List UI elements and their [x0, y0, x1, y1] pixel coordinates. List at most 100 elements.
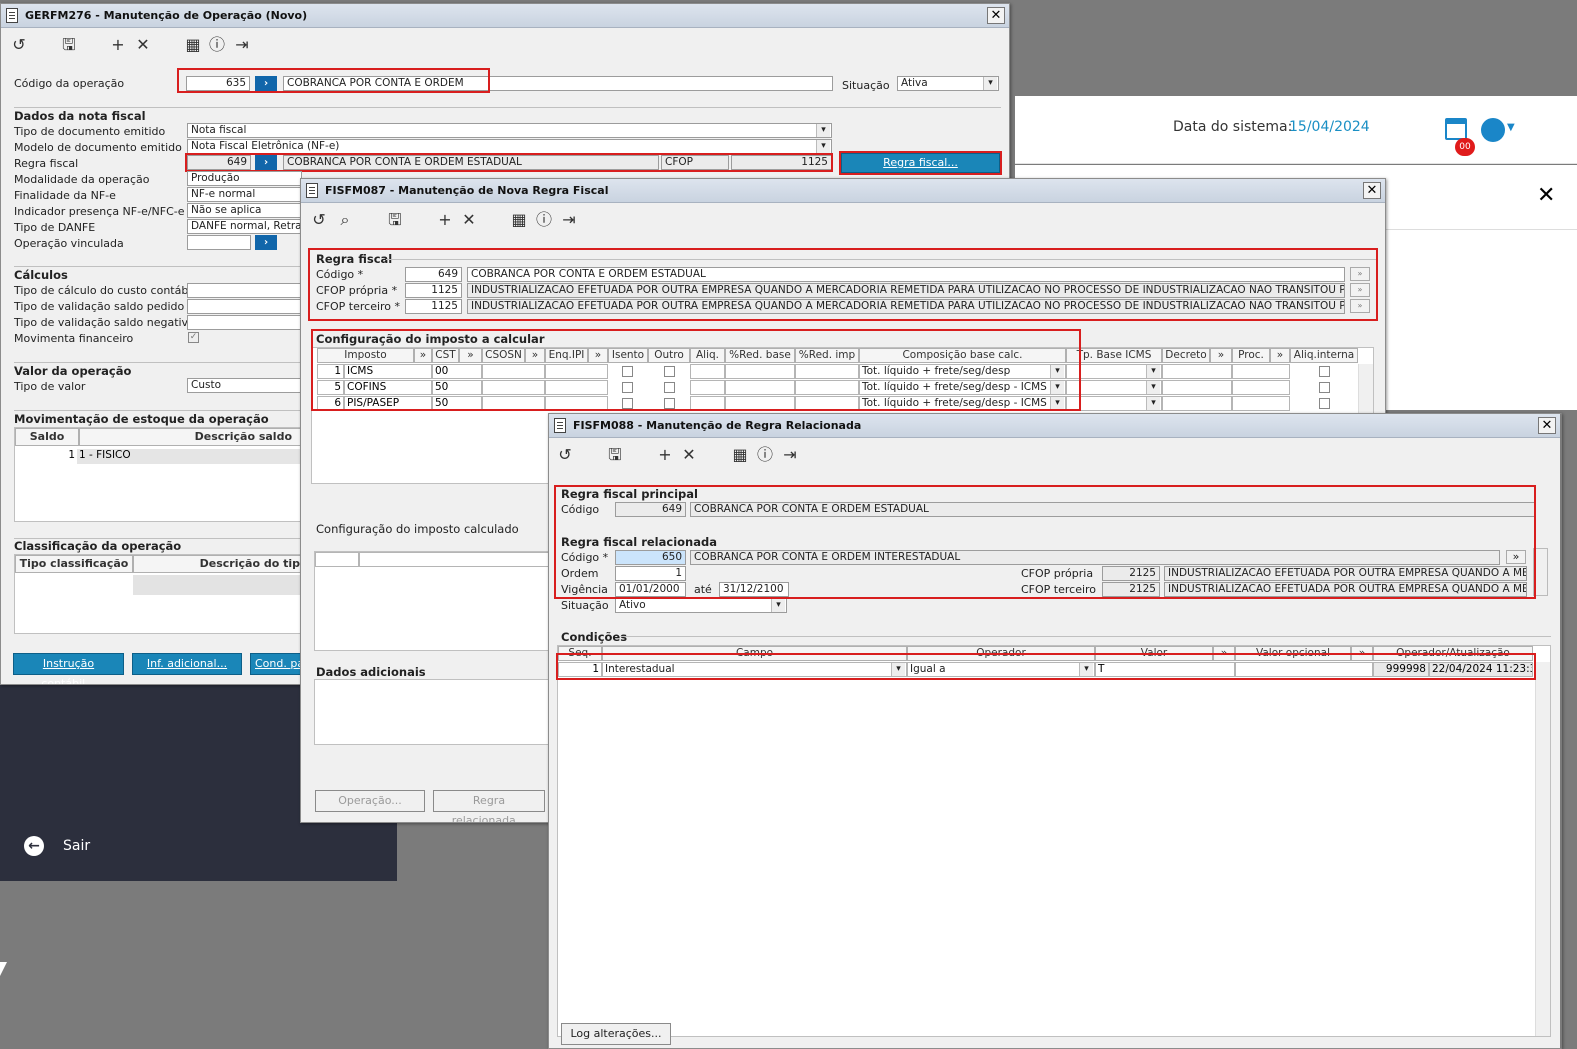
- row-aliq-interna-checkbox[interactable]: [1319, 398, 1330, 409]
- col-decreto-lookup-icon[interactable]: »: [1210, 348, 1232, 363]
- exit-arrow-icon[interactable]: ←: [24, 836, 44, 856]
- regra-relacionada-button[interactable]: Regra relacionada...: [433, 790, 545, 822]
- situacao-select[interactable]: Ativa: [897, 76, 999, 91]
- help-icon[interactable]: ⓘ: [755, 445, 775, 465]
- refresh-icon[interactable]: ↺: [309, 210, 329, 230]
- situacao-select[interactable]: Ativo: [615, 598, 787, 613]
- row-composicao-select[interactable]: Tot. líquido + frete/seg/desp: [859, 364, 1066, 379]
- relacionada-scrollbar[interactable]: [1533, 548, 1548, 596]
- tipo-doc-select[interactable]: Nota fiscal: [187, 123, 832, 138]
- cfop-propria-field[interactable]: 1125: [405, 283, 462, 298]
- calendar-icon[interactable]: ▦: [183, 35, 203, 55]
- vigencia-fim-field[interactable]: 31/12/2100: [719, 582, 789, 597]
- cond-col-valor-lookup-icon[interactable]: »: [1213, 646, 1235, 661]
- help-icon[interactable]: ⓘ: [534, 210, 554, 230]
- codigo-desc[interactable]: COBRANCA POR CONTA E ORDEM ESTADUAL: [467, 267, 1345, 282]
- exit-icon[interactable]: ⇥: [559, 210, 579, 230]
- help-icon[interactable]: ⓘ: [207, 35, 227, 55]
- row-tp-base-select[interactable]: [1066, 364, 1162, 379]
- modelo-doc-select[interactable]: Nota Fiscal Eletrônica (NF-e): [187, 139, 832, 154]
- exit-icon[interactable]: ⇥: [232, 35, 252, 55]
- tipo-valor-field[interactable]: Custo: [187, 378, 302, 393]
- cond-col-valor-opcional-lookup-icon[interactable]: »: [1351, 646, 1373, 661]
- cond-row-operador-select[interactable]: Igual a: [907, 662, 1095, 677]
- estoque-row-saldo[interactable]: 1: [15, 449, 77, 464]
- cfop-propria-lookup-icon[interactable]: »: [1350, 283, 1370, 297]
- row-enq-ipi[interactable]: [545, 364, 608, 379]
- rel-codigo-field[interactable]: 650: [615, 550, 686, 565]
- user-avatar-icon[interactable]: [1481, 118, 1505, 142]
- mov-fin-checkbox[interactable]: ✓: [188, 332, 199, 343]
- val-negativo-field[interactable]: [187, 315, 302, 330]
- row-proc[interactable]: [1232, 364, 1290, 379]
- delete-icon[interactable]: ✕: [459, 210, 479, 230]
- condicoes-scrollbar[interactable]: [1535, 662, 1550, 1036]
- row-isento-checkbox[interactable]: [622, 366, 633, 377]
- calendar-icon[interactable]: ▦: [509, 210, 529, 230]
- finalidade-field[interactable]: NF-e normal: [187, 187, 302, 202]
- calendar-icon[interactable]: [1445, 118, 1467, 140]
- row-imposto[interactable]: ICMS: [344, 364, 432, 379]
- col-imposto-lookup-icon[interactable]: »: [414, 348, 432, 363]
- row-aliq-interna-checkbox[interactable]: [1319, 382, 1330, 393]
- codigo-operacao-go-button[interactable]: ›: [255, 76, 277, 91]
- row-csosn[interactable]: [482, 380, 545, 395]
- row-tp-base-select[interactable]: [1066, 380, 1162, 395]
- add-icon[interactable]: +: [655, 445, 675, 465]
- row-isento-checkbox[interactable]: [622, 382, 633, 393]
- row-red-base[interactable]: [725, 380, 795, 395]
- row-aliq[interactable]: [690, 396, 725, 411]
- sair-label[interactable]: Sair: [63, 838, 90, 854]
- row-isento-checkbox[interactable]: [622, 398, 633, 409]
- regra-fiscal-go-button[interactable]: ›: [255, 155, 277, 170]
- regra-fiscal-code[interactable]: 649: [187, 155, 251, 170]
- cond-row-campo-select[interactable]: Interestadual: [602, 662, 907, 677]
- log-alteracoes-button[interactable]: Log alterações...: [561, 1023, 671, 1045]
- codigo-lookup-icon[interactable]: »: [1350, 267, 1370, 281]
- row-enq-ipi[interactable]: [545, 396, 608, 411]
- modalidade-field[interactable]: Produção: [187, 171, 302, 186]
- close-icon[interactable]: ✕: [1537, 183, 1555, 208]
- row-outro-checkbox[interactable]: [664, 366, 675, 377]
- row-aliq[interactable]: [690, 380, 725, 395]
- row-outro-checkbox[interactable]: [664, 382, 675, 393]
- codigo-field[interactable]: 649: [405, 267, 462, 282]
- codigo-operacao-desc[interactable]: COBRANCA POR CONTA E ORDEM: [283, 76, 833, 91]
- save-icon[interactable]: 🖫: [59, 35, 79, 55]
- row-tp-base-select[interactable]: [1066, 396, 1162, 411]
- row-red-imp[interactable]: [795, 380, 859, 395]
- danfe-field[interactable]: DANFE normal, Retrato: [187, 219, 302, 234]
- chevron-down-icon[interactable]: ▼: [1507, 122, 1515, 133]
- row-decreto[interactable]: [1162, 396, 1232, 411]
- row-outro-checkbox[interactable]: [664, 398, 675, 409]
- search-icon[interactable]: ⌕: [335, 210, 355, 230]
- row-cst[interactable]: 50: [432, 396, 482, 411]
- fisfm087-close-button[interactable]: ✕: [1363, 182, 1381, 199]
- row-proc[interactable]: [1232, 396, 1290, 411]
- vigencia-inicio-field[interactable]: 01/01/2000: [615, 582, 686, 597]
- calendar-icon[interactable]: ▦: [730, 445, 750, 465]
- ordem-field[interactable]: 1: [615, 566, 686, 581]
- row-decreto[interactable]: [1162, 380, 1232, 395]
- vinculada-field[interactable]: [187, 235, 251, 250]
- cfop-terceiro-lookup-icon[interactable]: »: [1350, 299, 1370, 313]
- row-composicao-select[interactable]: Tot. líquido + frete/seg/desp - ICMS: [859, 380, 1066, 395]
- row-red-base[interactable]: [725, 364, 795, 379]
- row-csosn[interactable]: [482, 364, 545, 379]
- inf-adicional-button[interactable]: Inf. adicional...: [132, 653, 242, 675]
- vinculada-go-button[interactable]: ›: [255, 235, 277, 250]
- dados-adicionais-textarea[interactable]: [314, 679, 554, 745]
- row-red-imp[interactable]: [795, 396, 859, 411]
- classif-row[interactable]: [133, 575, 303, 595]
- cond-row-valor[interactable]: T: [1095, 662, 1235, 677]
- add-icon[interactable]: +: [108, 35, 128, 55]
- row-csosn[interactable]: [482, 396, 545, 411]
- col-enq-ipi-lookup-icon[interactable]: »: [588, 348, 608, 363]
- estoque-row-desc[interactable]: 1 - FISICO: [77, 449, 303, 464]
- row-imposto[interactable]: COFINS: [344, 380, 432, 395]
- col-cst-lookup-icon[interactable]: »: [459, 348, 482, 363]
- gerfm276-close-button[interactable]: ✕: [987, 7, 1005, 24]
- instrucao-contabil-button[interactable]: Instrução contábil...: [13, 653, 124, 684]
- refresh-icon[interactable]: ↺: [9, 35, 29, 55]
- row-cst[interactable]: 00: [432, 364, 482, 379]
